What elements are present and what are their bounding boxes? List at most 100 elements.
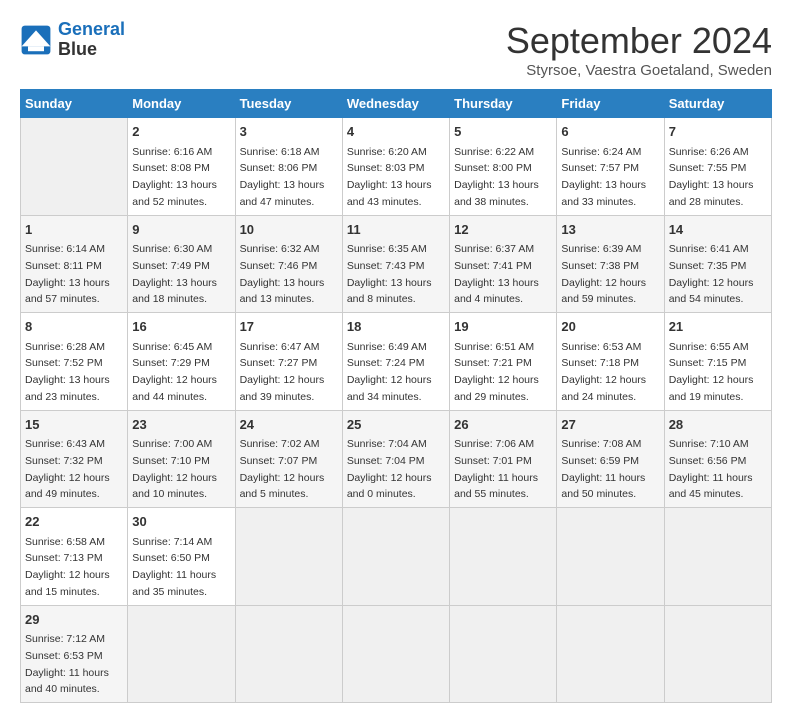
daylight-text: Daylight: 11 hours and 40 minutes. [25, 667, 109, 696]
daylight-text: Daylight: 12 hours and 15 minutes. [25, 569, 110, 598]
daylight-text: Daylight: 13 hours and 4 minutes. [454, 277, 539, 306]
day-number: 27 [561, 415, 659, 435]
sunset-text: Sunset: 7:24 PM [347, 357, 425, 369]
sunrise-text: Sunrise: 6:51 AM [454, 341, 534, 353]
calendar-day-cell: 19Sunrise: 6:51 AMSunset: 7:21 PMDayligh… [450, 313, 557, 411]
calendar-day-cell [664, 508, 771, 606]
sunrise-text: Sunrise: 6:49 AM [347, 341, 427, 353]
calendar-day-cell: 7Sunrise: 6:26 AMSunset: 7:55 PMDaylight… [664, 118, 771, 216]
daylight-text: Daylight: 13 hours and 47 minutes. [240, 179, 325, 208]
sunrise-text: Sunrise: 7:14 AM [132, 536, 212, 548]
day-number: 10 [240, 220, 338, 240]
sunrise-text: Sunrise: 7:04 AM [347, 438, 427, 450]
sunset-text: Sunset: 7:41 PM [454, 260, 532, 272]
daylight-text: Daylight: 12 hours and 24 minutes. [561, 374, 646, 403]
daylight-text: Daylight: 13 hours and 18 minutes. [132, 277, 217, 306]
sunrise-text: Sunrise: 6:43 AM [25, 438, 105, 450]
day-number: 21 [669, 317, 767, 337]
daylight-text: Daylight: 13 hours and 28 minutes. [669, 179, 754, 208]
day-number: 4 [347, 122, 445, 142]
calendar-day-cell [450, 605, 557, 703]
calendar-day-cell: 9Sunrise: 6:30 AMSunset: 7:49 PMDaylight… [128, 215, 235, 313]
page-header: GeneralBlue September 2024 Styrsoe, Vaes… [20, 20, 772, 79]
sunrise-text: Sunrise: 7:10 AM [669, 438, 749, 450]
sunrise-text: Sunrise: 6:35 AM [347, 243, 427, 255]
calendar-day-cell [557, 605, 664, 703]
day-number: 8 [25, 317, 123, 337]
sunrise-text: Sunrise: 6:55 AM [669, 341, 749, 353]
calendar-week-row: 15Sunrise: 6:43 AMSunset: 7:32 PMDayligh… [21, 410, 772, 508]
day-number: 28 [669, 415, 767, 435]
day-number: 19 [454, 317, 552, 337]
sunrise-text: Sunrise: 7:02 AM [240, 438, 320, 450]
daylight-text: Daylight: 12 hours and 19 minutes. [669, 374, 754, 403]
calendar-day-cell: 27Sunrise: 7:08 AMSunset: 6:59 PMDayligh… [557, 410, 664, 508]
location: Styrsoe, Vaestra Goetaland, Sweden [506, 62, 772, 79]
sunrise-text: Sunrise: 6:18 AM [240, 146, 320, 158]
daylight-text: Daylight: 12 hours and 29 minutes. [454, 374, 539, 403]
calendar-day-cell: 16Sunrise: 6:45 AMSunset: 7:29 PMDayligh… [128, 313, 235, 411]
calendar-day-cell: 1Sunrise: 6:14 AMSunset: 8:11 PMDaylight… [21, 215, 128, 313]
day-of-week-header: Friday [557, 90, 664, 118]
calendar-day-cell: 28 Sunrise: 7:10 AM Sunset: 6:56 PM Dayligh… [664, 410, 771, 508]
sunset-text: Sunset: 7:10 PM [132, 455, 210, 467]
sunrise-text: Sunrise: 6:41 AM [669, 243, 749, 255]
day-of-week-header: Thursday [450, 90, 557, 118]
sunset-text: Sunset: 7:32 PM [25, 455, 103, 467]
sunrise-text: Sunrise: 6:22 AM [454, 146, 534, 158]
sunset-text: Sunset: 8:00 PM [454, 162, 532, 174]
daylight-text: Daylight: 11 hours and 45 minutes. [669, 472, 753, 501]
calendar-day-cell [557, 508, 664, 606]
calendar-day-cell: 2Sunrise: 6:16 AMSunset: 8:08 PMDaylight… [128, 118, 235, 216]
calendar-day-cell [128, 605, 235, 703]
day-number: 20 [561, 317, 659, 337]
daylight-text: Daylight: 12 hours and 44 minutes. [132, 374, 217, 403]
daylight-text: Daylight: 12 hours and 10 minutes. [132, 472, 217, 501]
sunrise-text: Sunrise: 6:45 AM [132, 341, 212, 353]
sunrise-text: Sunrise: 6:20 AM [347, 146, 427, 158]
sunset-text: Sunset: 7:52 PM [25, 357, 103, 369]
sunrise-text: Sunrise: 6:47 AM [240, 341, 320, 353]
day-number: 5 [454, 122, 552, 142]
day-number: 24 [240, 415, 338, 435]
month-title: September 2024 [506, 20, 772, 62]
daylight-text: Daylight: 13 hours and 38 minutes. [454, 179, 539, 208]
calendar-day-cell: 29 Sunrise: 7:12 AM Sunset: 6:53 PM Dayligh… [21, 605, 128, 703]
day-number: 23 [132, 415, 230, 435]
day-of-week-header: Wednesday [342, 90, 449, 118]
calendar-day-cell: 3Sunrise: 6:18 AMSunset: 8:06 PMDaylight… [235, 118, 342, 216]
sunset-text: Sunset: 7:18 PM [561, 357, 639, 369]
sunset-text: Sunset: 6:50 PM [132, 552, 210, 564]
day-of-week-header: Sunday [21, 90, 128, 118]
sunset-text: Sunset: 8:11 PM [25, 260, 102, 272]
sunset-text: Sunset: 7:35 PM [669, 260, 747, 272]
daylight-text: Daylight: 12 hours and 49 minutes. [25, 472, 110, 501]
day-number: 26 [454, 415, 552, 435]
day-number: 12 [454, 220, 552, 240]
sunrise-text: Sunrise: 6:53 AM [561, 341, 641, 353]
sunrise-text: Sunrise: 6:16 AM [132, 146, 212, 158]
sunset-text: Sunset: 6:53 PM [25, 650, 103, 662]
calendar-day-cell: 11Sunrise: 6:35 AMSunset: 7:43 PMDayligh… [342, 215, 449, 313]
title-block: September 2024 Styrsoe, Vaestra Goetalan… [506, 20, 772, 79]
day-number: 17 [240, 317, 338, 337]
sunset-text: Sunset: 7:07 PM [240, 455, 318, 467]
sunset-text: Sunset: 6:56 PM [669, 455, 747, 467]
calendar-day-cell [235, 605, 342, 703]
calendar-header-row: SundayMondayTuesdayWednesdayThursdayFrid… [21, 90, 772, 118]
calendar-day-cell: 17Sunrise: 6:47 AMSunset: 7:27 PMDayligh… [235, 313, 342, 411]
calendar-day-cell [21, 118, 128, 216]
calendar-day-cell [664, 605, 771, 703]
sunrise-text: Sunrise: 7:06 AM [454, 438, 534, 450]
sunset-text: Sunset: 7:15 PM [669, 357, 747, 369]
calendar-day-cell: 6Sunrise: 6:24 AMSunset: 7:57 PMDaylight… [557, 118, 664, 216]
day-number: 29 [25, 610, 123, 630]
daylight-text: Daylight: 13 hours and 57 minutes. [25, 277, 110, 306]
calendar-week-row: 2Sunrise: 6:16 AMSunset: 8:08 PMDaylight… [21, 118, 772, 216]
day-number: 1 [25, 220, 123, 240]
calendar-day-cell: 24Sunrise: 7:02 AMSunset: 7:07 PMDayligh… [235, 410, 342, 508]
day-number: 16 [132, 317, 230, 337]
sunset-text: Sunset: 7:13 PM [25, 552, 103, 564]
sunrise-text: Sunrise: 7:12 AM [25, 633, 105, 645]
sunset-text: Sunset: 7:38 PM [561, 260, 639, 272]
